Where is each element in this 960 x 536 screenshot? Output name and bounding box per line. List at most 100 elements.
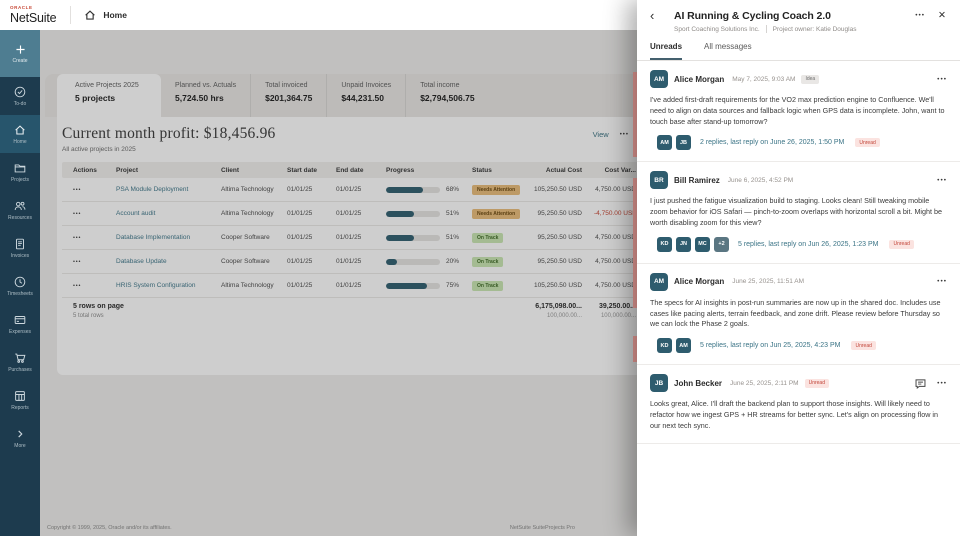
total-rows: 5 total rows bbox=[73, 313, 104, 319]
col-cost-variance[interactable]: Cost Var... bbox=[586, 167, 637, 174]
client-cell: Altima Technology bbox=[221, 210, 274, 217]
panel-menu-icon[interactable]: ••• bbox=[915, 12, 925, 19]
end-date-cell: 01/01/25 bbox=[336, 234, 362, 241]
panel-title: AI Running & Cycling Coach 2.0 bbox=[674, 9, 831, 22]
card-menu-icon[interactable]: ••• bbox=[620, 132, 629, 138]
status-cell: Needs Attention bbox=[464, 208, 526, 219]
projects-table: Actions Project Client Start date End da… bbox=[62, 162, 637, 319]
row-actions-menu[interactable]: ••• bbox=[62, 211, 108, 217]
sidebar-item-reports[interactable]: Reports bbox=[0, 381, 40, 419]
idea-tag-badge: Idea bbox=[801, 74, 820, 84]
sidebar-item-purchases[interactable]: Purchases bbox=[0, 343, 40, 381]
project-link[interactable]: Database Update bbox=[108, 258, 213, 265]
stat-value: $2,794,506.75 bbox=[420, 93, 475, 103]
project-link[interactable]: Database Implementation bbox=[108, 234, 213, 241]
sidebar-item-timesheets[interactable]: Timesheets bbox=[0, 267, 40, 305]
sidebar-item-create[interactable]: Create bbox=[0, 30, 40, 77]
col-actual-cost[interactable]: Actual Cost bbox=[526, 167, 586, 174]
col-start-date[interactable]: Start date bbox=[279, 167, 328, 174]
stat-card-active-projects[interactable]: Active Projects 2025 5 projects bbox=[57, 74, 161, 117]
message-menu-icon[interactable]: ••• bbox=[937, 278, 947, 285]
stat-label: Total income bbox=[420, 82, 460, 89]
top-nav-home[interactable]: Home bbox=[83, 8, 127, 22]
stat-label: Planned vs. Actuals bbox=[175, 82, 237, 89]
sidebar: Create To-do Home Projects Resources Inv… bbox=[0, 30, 40, 536]
reply-avatar: KD bbox=[657, 338, 672, 354]
status-badge: Needs Attention bbox=[472, 184, 521, 195]
thread-replies-link[interactable]: 5 replies, last reply on Jun 26, 2025, 1… bbox=[738, 241, 878, 248]
row-actions-menu[interactable]: ••• bbox=[62, 259, 108, 265]
projects-folder-icon bbox=[13, 161, 27, 175]
avatar: JB bbox=[650, 374, 668, 393]
table-row: ••• Database Implementation Cooper Softw… bbox=[62, 226, 637, 250]
project-link[interactable]: Account audit bbox=[108, 210, 213, 217]
tab-all-messages[interactable]: All messages bbox=[704, 42, 752, 60]
messages-list: AM Alice Morgan May 7, 2025, 9:03 AM Ide… bbox=[637, 61, 960, 536]
col-status[interactable]: Status bbox=[464, 167, 526, 174]
progress-bar bbox=[386, 282, 440, 289]
col-actions[interactable]: Actions bbox=[62, 167, 108, 174]
sidebar-item-home[interactable]: Home bbox=[0, 115, 40, 153]
stat-card-total-income[interactable]: Total income $2,794,506.75 bbox=[405, 74, 488, 117]
progress-fill bbox=[386, 282, 427, 289]
thread-replies-link[interactable]: 5 replies, last reply on Jun 25, 2025, 4… bbox=[700, 342, 840, 349]
reply-in-thread-icon[interactable] bbox=[914, 377, 927, 390]
end-date-cell: 01/01/25 bbox=[336, 186, 362, 193]
stat-value: $44,231.50 bbox=[341, 93, 384, 103]
sidebar-label: Resources bbox=[8, 215, 32, 221]
message-item: BR Bill Ramirez June 6, 2025, 4:52 PM ••… bbox=[637, 162, 960, 264]
sidebar-label: Home bbox=[13, 139, 27, 145]
progress-bar bbox=[386, 234, 440, 241]
sidebar-item-projects[interactable]: Projects bbox=[0, 153, 40, 191]
client-cell: Altima Technology bbox=[221, 186, 274, 193]
sidebar-label: Expenses bbox=[9, 329, 31, 335]
col-end-date[interactable]: End date bbox=[328, 167, 378, 174]
tab-unreads[interactable]: Unreads bbox=[650, 42, 683, 60]
start-date-cell: 01/01/25 bbox=[287, 258, 313, 265]
sidebar-item-more[interactable]: More bbox=[0, 419, 40, 457]
stat-label: Unpaid Invoices bbox=[341, 82, 392, 89]
message-menu-icon[interactable]: ••• bbox=[937, 177, 947, 184]
col-project[interactable]: Project bbox=[108, 167, 213, 174]
row-actions-menu[interactable]: ••• bbox=[62, 283, 108, 289]
sidebar-label: Projects bbox=[10, 177, 30, 183]
thread-replies-link[interactable]: 2 replies, last reply on June 26, 2025, … bbox=[700, 139, 844, 146]
stat-value: 5,724.50 hrs bbox=[175, 93, 224, 103]
reply-avatar: AM bbox=[657, 135, 672, 151]
stat-card-planned-vs-actuals[interactable]: Planned vs. Actuals 5,724.50 hrs bbox=[161, 74, 250, 117]
message-author: Alice Morgan bbox=[674, 277, 725, 287]
page-footer: Copyright © 1999, 2025, Oracle and/or it… bbox=[47, 525, 575, 531]
message-menu-icon[interactable]: ••• bbox=[937, 380, 947, 387]
status-cell: On Track bbox=[464, 256, 526, 267]
reply-avatar: KD bbox=[657, 236, 672, 252]
close-icon[interactable]: ✕ bbox=[938, 10, 946, 21]
progress-bar bbox=[386, 186, 440, 193]
cost-variance-subtotal: 100,000.00... bbox=[600, 313, 636, 319]
status-badge: Needs Attention bbox=[472, 208, 521, 219]
sidebar-item-resources[interactable]: Resources bbox=[0, 191, 40, 229]
start-date-cell: 01/01/25 bbox=[287, 282, 313, 289]
back-icon[interactable]: ‹ bbox=[650, 9, 666, 22]
sidebar-item-invoices[interactable]: Invoices bbox=[0, 229, 40, 267]
stat-label: Total invoiced bbox=[265, 82, 308, 89]
sidebar-item-expenses[interactable]: Expenses bbox=[0, 305, 40, 343]
sidebar-item-todo[interactable]: To-do bbox=[0, 77, 40, 115]
stat-card-unpaid-invoices[interactable]: Unpaid Invoices $44,231.50 bbox=[326, 74, 405, 117]
copyright-text: Copyright © 1999, 2025, Oracle and/or it… bbox=[47, 525, 172, 531]
view-link[interactable]: View bbox=[593, 130, 609, 139]
top-nav-home-label: Home bbox=[103, 10, 127, 20]
unread-badge: Unread bbox=[851, 341, 876, 351]
project-link[interactable]: PSA Module Deployment bbox=[108, 186, 213, 193]
actual-cost-cell: 95,250.50 USD bbox=[537, 258, 582, 265]
row-actions-menu[interactable]: ••• bbox=[62, 187, 108, 193]
row-actions-menu[interactable]: ••• bbox=[62, 235, 108, 241]
end-date-cell: 01/01/25 bbox=[336, 282, 362, 289]
start-date-cell: 01/01/25 bbox=[287, 210, 313, 217]
table-row: ••• Account audit Altima Technology 01/0… bbox=[62, 202, 637, 226]
project-link[interactable]: HRIS System Configuration bbox=[108, 282, 213, 289]
col-client[interactable]: Client bbox=[213, 167, 279, 174]
col-progress[interactable]: Progress bbox=[378, 167, 464, 174]
stat-card-total-invoiced[interactable]: Total invoiced $201,364.75 bbox=[250, 74, 326, 117]
progress-fill bbox=[386, 234, 414, 241]
message-menu-icon[interactable]: ••• bbox=[937, 76, 947, 83]
